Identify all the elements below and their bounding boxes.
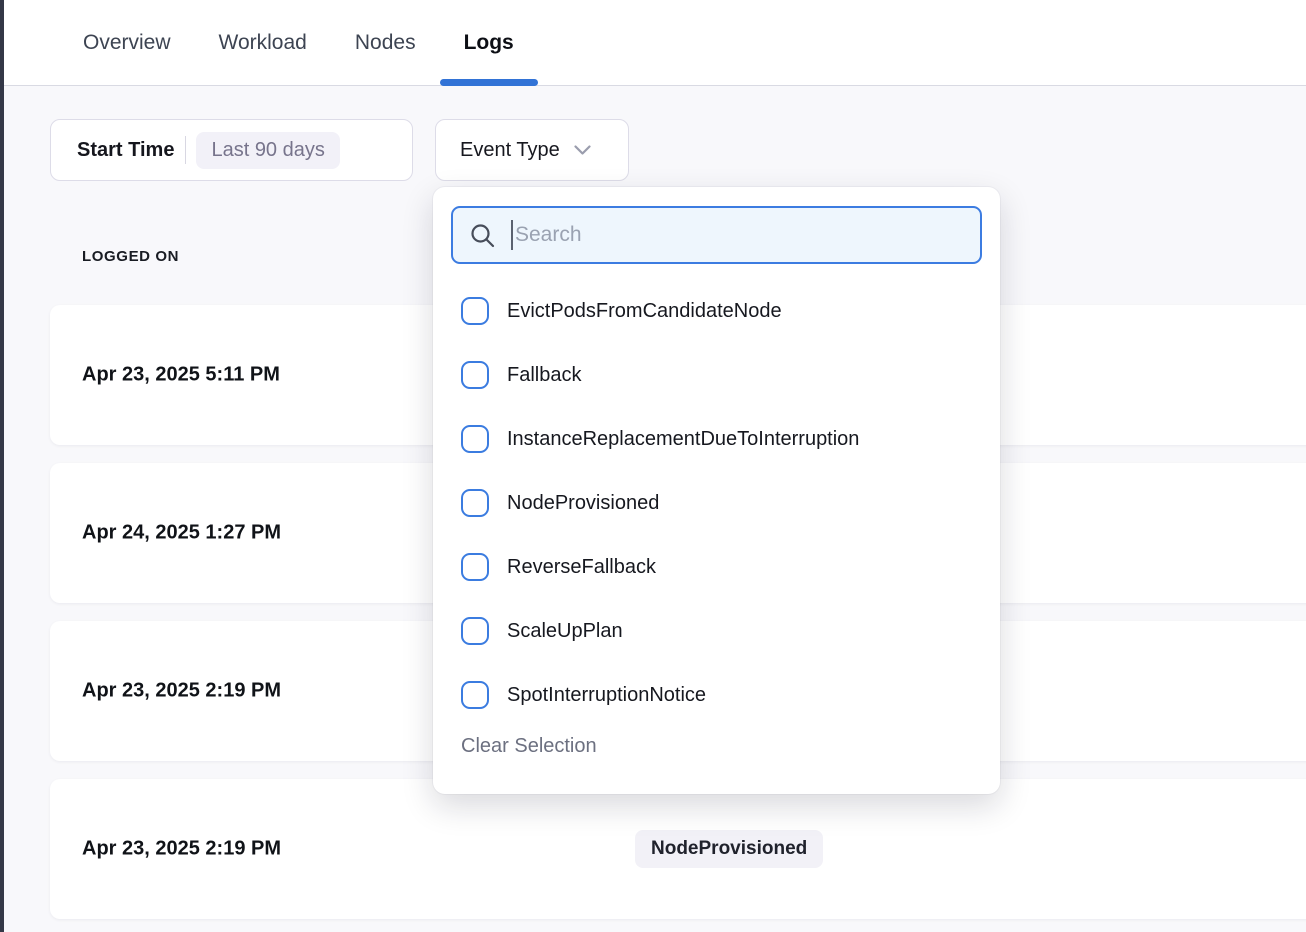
event-type-dropdown: Search EvictPodsFromCandidateNode Fallba…: [433, 187, 1000, 794]
checkbox-unchecked[interactable]: [461, 489, 489, 517]
tab-bar: Overview Workload Nodes Logs: [0, 0, 1306, 86]
option-reversefallback[interactable]: ReverseFallback: [433, 535, 1000, 599]
column-header-logged-on: LOGGED ON: [82, 248, 179, 265]
event-type-badge: NodeProvisioned: [635, 830, 823, 868]
checkbox-unchecked[interactable]: [461, 297, 489, 325]
option-label: SpotInterruptionNotice: [507, 684, 706, 707]
logged-on-value: Apr 23, 2025 2:19 PM: [82, 680, 281, 703]
checkbox-unchecked[interactable]: [461, 361, 489, 389]
search-placeholder: Search: [515, 223, 582, 247]
option-evictpodsfromcandidatenode[interactable]: EvictPodsFromCandidateNode: [433, 279, 1000, 343]
event-type-filter-button[interactable]: Event Type: [435, 119, 629, 181]
logs-page: Overview Workload Nodes Logs Start Time …: [0, 0, 1306, 932]
option-spotinterruptionnotice[interactable]: SpotInterruptionNotice: [433, 663, 1000, 727]
option-scaleupplan[interactable]: ScaleUpPlan: [433, 599, 1000, 663]
logged-on-value: Apr 23, 2025 2:19 PM: [82, 838, 281, 861]
event-type-option-list: EvictPodsFromCandidateNode Fallback Inst…: [433, 279, 1000, 727]
filter-divider: [185, 136, 186, 164]
active-tab-indicator: [440, 79, 538, 86]
search-input[interactable]: Search: [451, 206, 982, 264]
option-label: EvictPodsFromCandidateNode: [507, 300, 782, 323]
tab-overview[interactable]: Overview: [83, 0, 171, 85]
checkbox-unchecked[interactable]: [461, 617, 489, 645]
tab-nodes[interactable]: Nodes: [355, 0, 416, 85]
tab-workload[interactable]: Workload: [219, 0, 307, 85]
option-label: Fallback: [507, 364, 581, 387]
option-label: ScaleUpPlan: [507, 620, 623, 643]
table-row[interactable]: Apr 23, 2025 2:19 PM NodeProvisioned: [50, 779, 1306, 919]
option-label: ReverseFallback: [507, 556, 656, 579]
window-left-edge: [0, 0, 4, 932]
text-cursor: [511, 220, 513, 250]
clear-selection-button[interactable]: Clear Selection: [461, 735, 597, 758]
start-time-label: Start Time: [77, 139, 174, 162]
tab-logs[interactable]: Logs: [464, 0, 514, 85]
tab-logs-label: Logs: [464, 31, 514, 55]
option-label: InstanceReplacementDueToInterruption: [507, 428, 859, 451]
chevron-down-icon: [574, 145, 591, 156]
logged-on-value: Apr 23, 2025 5:11 PM: [82, 364, 280, 387]
start-time-value-chip: Last 90 days: [196, 132, 339, 169]
option-fallback[interactable]: Fallback: [433, 343, 1000, 407]
event-type-label: Event Type: [460, 139, 560, 162]
checkbox-unchecked[interactable]: [461, 681, 489, 709]
checkbox-unchecked[interactable]: [461, 425, 489, 453]
search-icon: [469, 222, 496, 249]
logged-on-value: Apr 24, 2025 1:27 PM: [82, 522, 281, 545]
option-nodeprovisioned[interactable]: NodeProvisioned: [433, 471, 1000, 535]
option-instancereplacementduetointerruption[interactable]: InstanceReplacementDueToInterruption: [433, 407, 1000, 471]
start-time-filter-button[interactable]: Start Time Last 90 days: [50, 119, 413, 181]
option-label: NodeProvisioned: [507, 492, 659, 515]
checkbox-unchecked[interactable]: [461, 553, 489, 581]
tab-list: Overview Workload Nodes Logs: [83, 0, 514, 85]
